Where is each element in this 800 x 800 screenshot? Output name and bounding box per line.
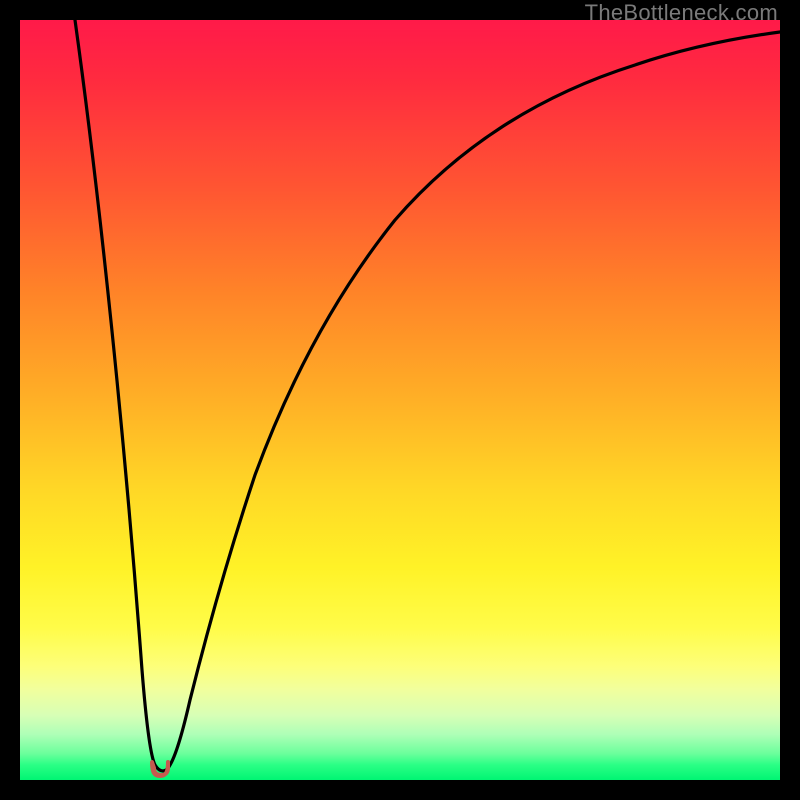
- bottleneck-curve: [20, 20, 780, 780]
- curve-path: [75, 20, 780, 771]
- chart-frame: TheBottleneck.com: [0, 0, 800, 800]
- plot-area: [20, 20, 780, 780]
- watermark-text: TheBottleneck.com: [585, 0, 778, 26]
- trough-marker: [152, 762, 168, 776]
